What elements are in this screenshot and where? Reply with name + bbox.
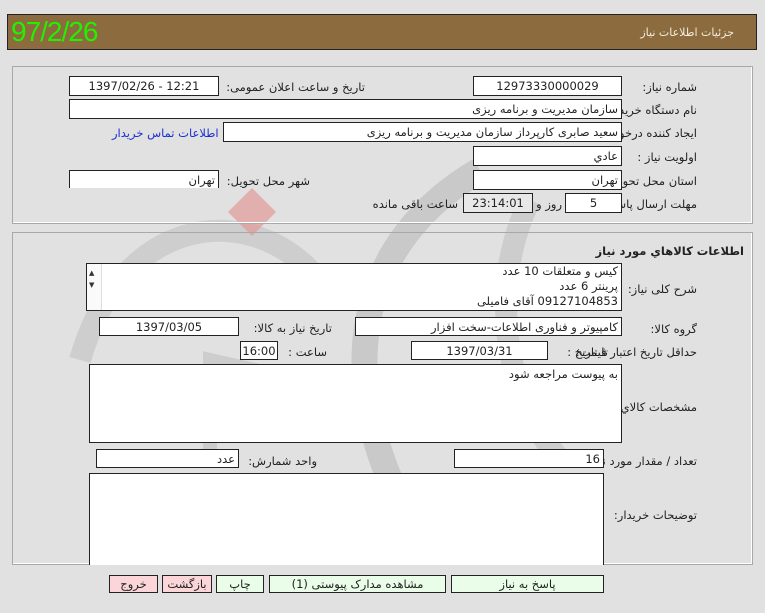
priority-label: اولویت نیاز : <box>637 150 697 164</box>
announce-date-label: تاریخ و ساعت اعلان عمومی: <box>226 80 365 94</box>
description-line: پرینتر 6 عدد <box>559 279 618 293</box>
page-title: جزئیات اطلاعات نیاز <box>640 26 734 39</box>
specs-textarea[interactable]: به پیوست مراجعه شود <box>89 364 622 443</box>
need-date-field: 1397/03/05 <box>99 317 239 336</box>
need-date-label: تاریخ نیاز به کالا: <box>253 321 332 335</box>
need-number-field: 12973330000029 <box>473 76 622 96</box>
goods-group-field: کامپیوتر و فناوری اطلاعات-سخت افزار <box>355 317 622 336</box>
description-line: 09127104853 آقای فامیلی <box>476 294 618 308</box>
quantity-field: 16 <box>454 449 604 468</box>
time-label: ساعت : <box>288 345 327 359</box>
description-label: شرح کلی نیاز: <box>627 282 697 296</box>
time-field: 16:00 <box>240 341 278 360</box>
priority-field: عادي <box>473 146 622 166</box>
buyer-notes-label: توضیحات خریدار: <box>613 508 697 522</box>
until-date-label: تا تاریخ : <box>567 345 608 359</box>
respond-button[interactable]: پاسخ به نیاز <box>451 575 604 593</box>
until-date-field: 1397/03/31 <box>411 341 548 360</box>
goods-section-title: اطلاعات کالاهاي مورد نیاز <box>595 244 744 258</box>
city-field: تهران <box>69 170 219 188</box>
province-field: تهران <box>473 170 622 190</box>
unit-label: واحد شمارش: <box>248 454 317 468</box>
back-button[interactable]: بازگشت <box>162 575 212 593</box>
print-button[interactable]: چاپ <box>216 575 264 593</box>
need-number-label: شماره نیاز: <box>642 80 697 94</box>
exit-button[interactable]: خروج <box>109 575 158 593</box>
buyer-contact-link[interactable]: اطلاعات تماس خریدار <box>112 126 219 140</box>
remaining-word: ساعت باقی مانده <box>372 197 458 211</box>
goods-group-label: گروه کالا: <box>650 322 697 336</box>
city-label: شهر محل تحویل: <box>226 174 310 188</box>
scroll-down-icon[interactable]: ▼ <box>89 278 94 293</box>
requester-field: سعید صابری کارپرداز سازمان مدیریت و برنا… <box>223 122 622 142</box>
buyer-org-field: سازمان مدیریت و برنامه ریزی <box>69 99 622 119</box>
view-attachments-button[interactable]: مشاهده مدارک پیوستی (1) <box>269 575 446 593</box>
buyer-notes-textarea[interactable] <box>89 473 604 565</box>
page-header: 97/2/26 جزئیات اطلاعات نیاز <box>7 14 757 50</box>
description-scrollbar[interactable]: ▲ ▼ <box>87 264 102 310</box>
deadline-time-field: 23:14:01 <box>463 193 533 213</box>
announce-date-field: 1397/02/26 - 12:21 <box>69 76 219 96</box>
unit-field: عدد <box>96 449 239 468</box>
days-word: روز و <box>536 197 562 211</box>
date-badge: 97/2/26 <box>11 16 98 47</box>
deadline-days-field: 5 <box>565 193 622 213</box>
description-line: کیس و متعلقات 10 عدد <box>502 264 618 278</box>
description-textarea[interactable]: کیس و متعلقات 10 عدد پرینتر 6 عدد 091271… <box>86 263 622 311</box>
